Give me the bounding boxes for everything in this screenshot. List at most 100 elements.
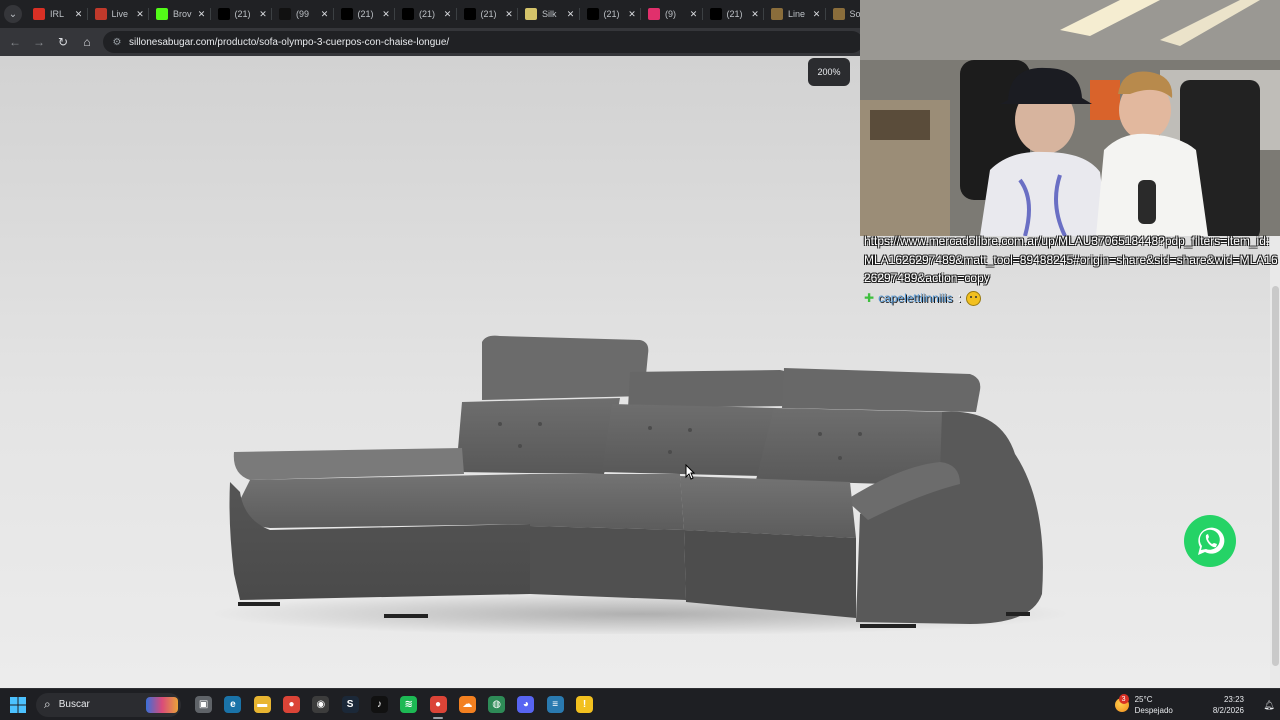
browser-tab[interactable]: (9) ✕ <box>641 0 703 28</box>
chrome-icon: ● <box>283 696 301 713</box>
x-icon <box>586 8 599 20</box>
steam-icon: S <box>341 696 359 713</box>
x-icon <box>463 8 476 20</box>
taskbar-app-warning[interactable]: ! <box>570 689 599 720</box>
instagram-icon <box>648 8 660 20</box>
browser-tab[interactable]: IRL ✕ <box>26 0 88 28</box>
tab-title: (21) <box>603 9 620 19</box>
taskbar-app-edge[interactable]: e <box>218 689 247 720</box>
taskbar-app-notepad[interactable]: ≡ <box>541 689 570 720</box>
taskbar-app-chrome[interactable]: ● <box>277 689 306 720</box>
address-bar[interactable]: ⚙ sillonesabugar.com/producto/sofa-olymp… <box>103 31 863 53</box>
taskbar-app-chrome-active[interactable]: ● <box>423 689 452 720</box>
browser-tab[interactable]: (99 ✕ <box>272 0 334 28</box>
close-tab-icon[interactable]: ✕ <box>627 9 637 20</box>
site-info-icon[interactable]: ⚙ <box>111 36 123 48</box>
webcam-overlay <box>860 0 1280 236</box>
leg-4 <box>1006 612 1030 616</box>
taskbar-search[interactable]: ⌕ Buscar <box>36 692 181 717</box>
browser-tab[interactable]: Line ✕ <box>764 0 826 28</box>
close-tab-icon[interactable]: ✕ <box>566 9 576 20</box>
back-button[interactable]: ← <box>3 30 27 54</box>
close-tab-icon[interactable]: ✕ <box>381 9 391 20</box>
chat-username: capelettiinniiis <box>878 291 953 305</box>
browser-tab[interactable]: Silk ✕ <box>518 0 580 28</box>
browser-tab[interactable]: Live ✕ <box>88 0 150 28</box>
notification-bell-icon[interactable]: 🔔︎ <box>1262 700 1276 711</box>
close-tab-icon[interactable]: ✕ <box>258 9 268 20</box>
search-icon: ⌕ <box>44 697 51 711</box>
leg-1 <box>238 602 280 606</box>
taskbar-app-task-view[interactable]: ▣ <box>189 689 218 720</box>
kick-icon <box>156 8 168 20</box>
close-tab-icon[interactable]: ✕ <box>689 9 699 20</box>
browser-tab[interactable]: (21) ✕ <box>457 0 519 28</box>
weather-temp: 25°C <box>1134 695 1153 704</box>
scrollbar-thumb[interactable] <box>1272 286 1279 666</box>
taskbar-app-discord[interactable]: ◕ <box>511 689 540 720</box>
globe-app-icon: ◍ <box>488 696 506 713</box>
taskbar-app-obs[interactable]: ◉ <box>306 689 335 720</box>
clock-date: 8/2/2026 <box>1212 706 1244 715</box>
chevron-down-icon: ⌄ <box>4 5 22 23</box>
notepad-icon: ≡ <box>546 696 564 713</box>
edge-icon: e <box>224 696 242 713</box>
search-highlight-image <box>146 696 178 713</box>
browser-tab[interactable]: (21) ✕ <box>395 0 457 28</box>
file-explorer-icon: ▬ <box>253 696 271 713</box>
tab-search-button[interactable]: ⌄ <box>0 0 26 28</box>
search-label: Buscar <box>58 699 90 710</box>
weather-badge: 3 <box>1118 694 1129 704</box>
tab-title: Live <box>111 9 129 19</box>
weather-widget[interactable]: 3 25°C Despejado <box>1114 694 1173 716</box>
headrest-middle <box>628 370 791 408</box>
chat-separator: : <box>957 291 962 305</box>
taskbar-app-file-explorer[interactable]: ▬ <box>248 689 277 720</box>
close-tab-icon[interactable]: ✕ <box>504 9 514 20</box>
browser-tab[interactable]: (21) ✕ <box>580 0 642 28</box>
taskbar-app-tiktok[interactable]: ♪ <box>365 689 394 720</box>
seat-cushion-2 <box>680 476 856 538</box>
start-button[interactable] <box>0 689 36 720</box>
cloud-app-icon: ☁ <box>458 696 476 713</box>
close-tab-icon[interactable]: ✕ <box>197 9 207 20</box>
close-tab-icon[interactable]: ✕ <box>320 9 330 20</box>
clock[interactable]: 23:23 8/2/2026 <box>1213 694 1244 716</box>
taskbar-app-spotify[interactable]: ≋ <box>394 689 423 720</box>
close-tab-icon[interactable]: ✕ <box>135 9 145 20</box>
windows-icon <box>10 696 26 713</box>
close-tab-icon[interactable]: ✕ <box>812 9 822 20</box>
x-icon <box>340 8 353 20</box>
reload-icon: ↻ <box>57 35 69 49</box>
seat-cushion-1 <box>530 474 684 530</box>
zoom-indicator[interactable]: 200% <box>808 58 850 86</box>
taskbar: ⌕ Buscar ▣ e ▬ ● ◉ S ♪ ≋ ● ☁ ◍ ◕ ≡! 3 25°C Despejado… <box>0 688 1280 720</box>
browser-tab[interactable]: Brov ✕ <box>149 0 211 28</box>
home-button[interactable]: ⌂ <box>75 30 99 54</box>
close-tab-icon[interactable]: ✕ <box>750 9 760 20</box>
headrest-right <box>782 368 981 412</box>
browser-tab[interactable]: (21) ✕ <box>703 0 765 28</box>
silk-icon <box>525 8 537 20</box>
mouse-cursor-icon <box>685 464 695 480</box>
browser-tab[interactable]: (21) ✕ <box>334 0 396 28</box>
obs-icon: ◉ <box>312 696 330 713</box>
x-icon <box>402 8 414 20</box>
tab-title: Silk <box>542 9 557 19</box>
close-tab-icon[interactable]: ✕ <box>74 9 84 20</box>
chat-message-link[interactable]: https://www.mercadolibre.com.ar/up/MLAU3… <box>864 232 1278 288</box>
reload-button[interactable]: ↻ <box>51 30 75 54</box>
arrow-right-icon: → <box>33 35 45 49</box>
back-cushion-1 <box>456 398 620 474</box>
taskbar-app-globe-app[interactable]: ◍ <box>482 689 511 720</box>
close-tab-icon[interactable]: ✕ <box>443 9 453 20</box>
webcam-feed <box>860 0 1280 236</box>
yandex-icon <box>33 8 45 20</box>
browser-tab[interactable]: (21) ✕ <box>211 0 273 28</box>
taskbar-app-cloud-app[interactable]: ☁ <box>453 689 482 720</box>
headrest-left <box>482 335 649 400</box>
taskbar-app-steam[interactable]: S <box>335 689 364 720</box>
whatsapp-icon[interactable] <box>1182 513 1238 569</box>
forward-button[interactable]: → <box>27 30 51 54</box>
tab-title: Brov <box>173 9 192 19</box>
